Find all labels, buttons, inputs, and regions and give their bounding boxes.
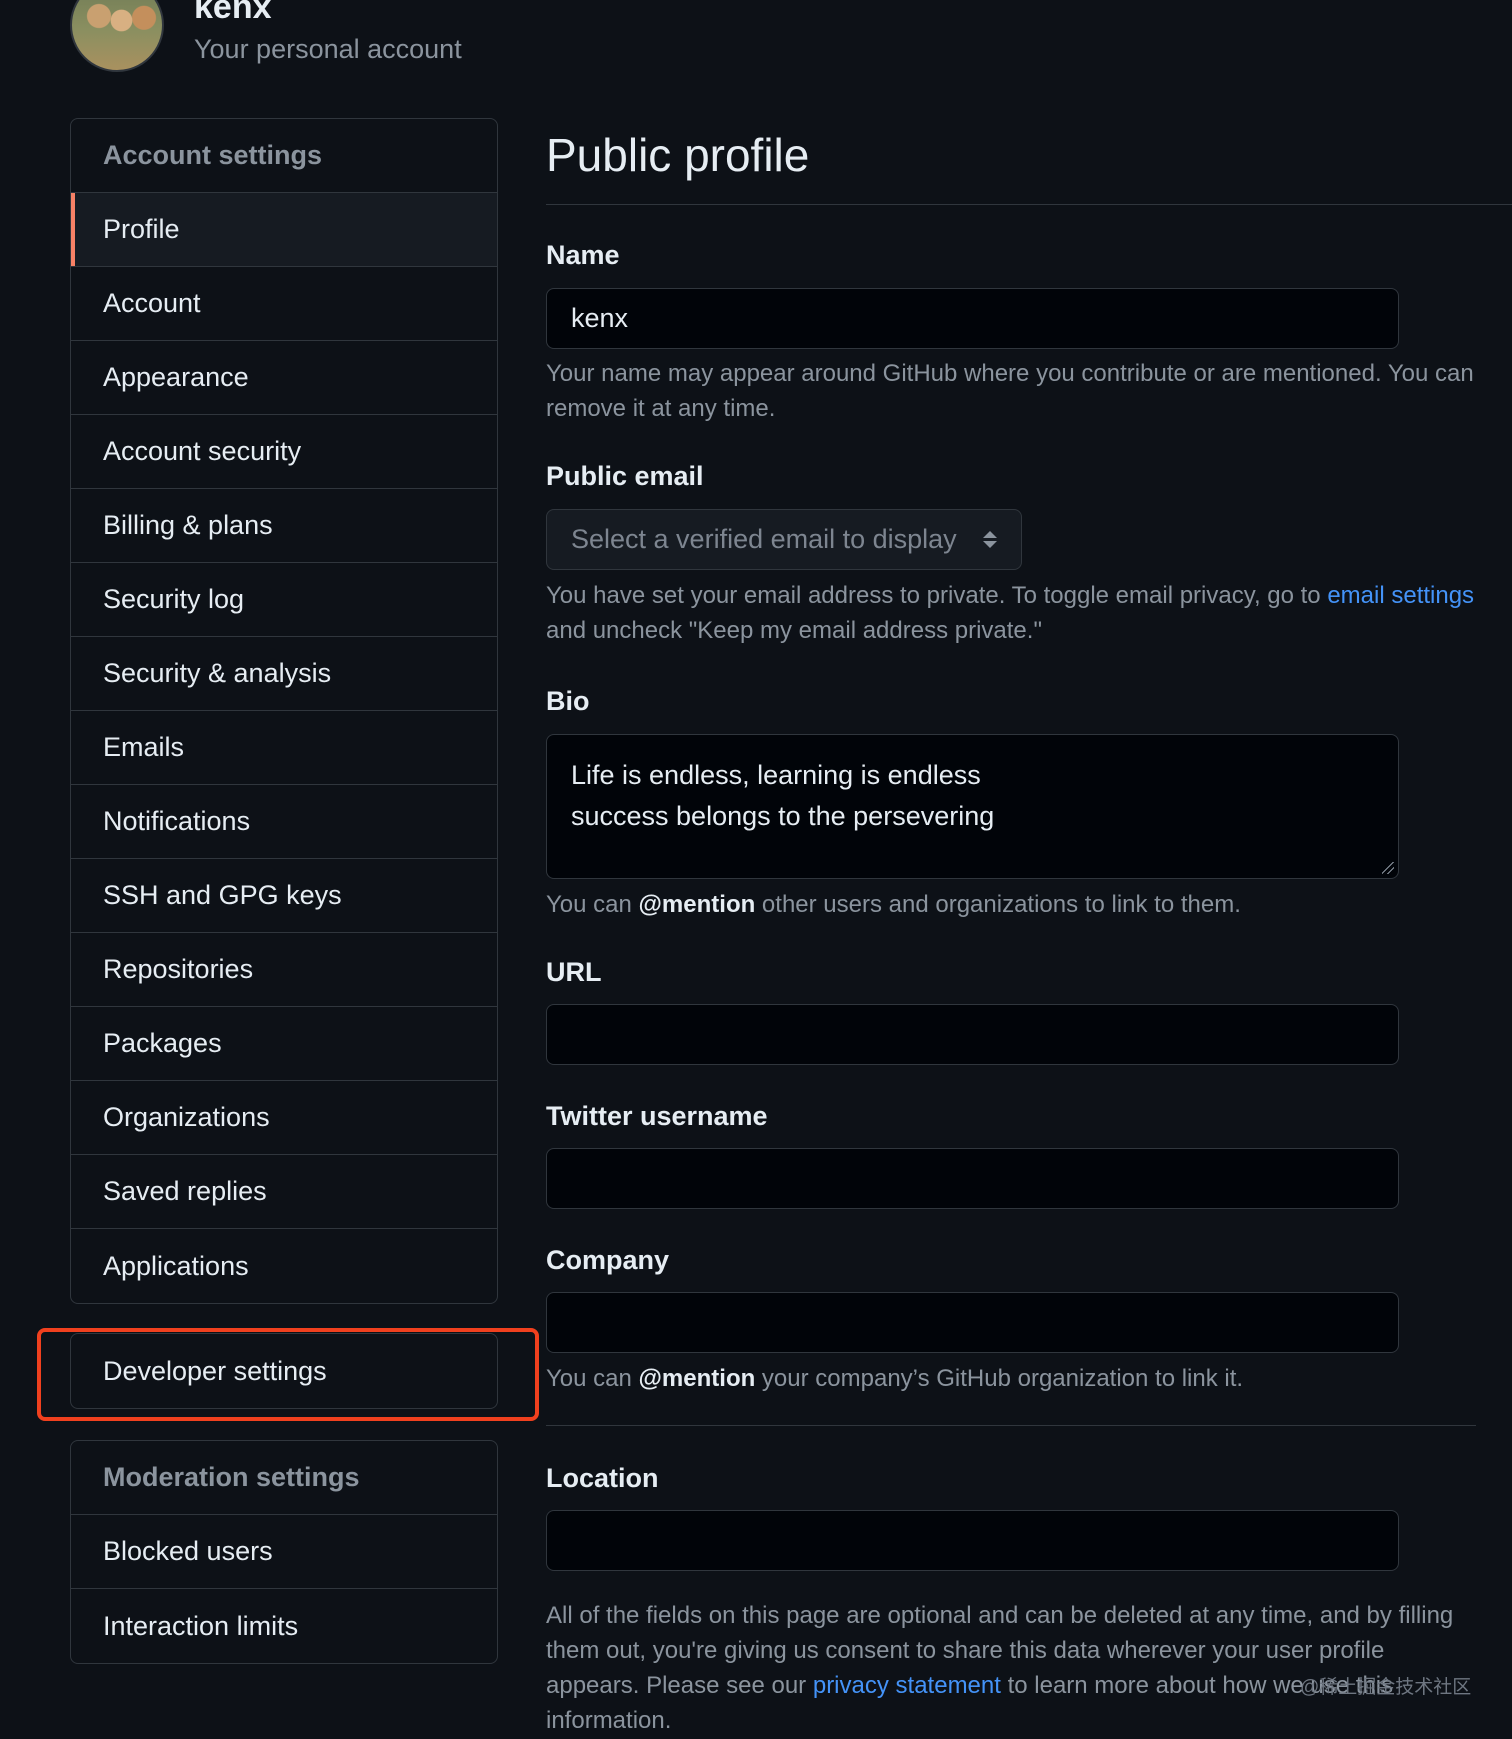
bio-line-1: Life is endless, learning is endless [571,760,981,790]
bio-note-before: You can [546,891,639,918]
url-input[interactable] [546,1004,1399,1065]
public-email-note-after: and uncheck "Keep my email address priva… [546,617,1042,644]
bio-line-2: success belongs to the persevering [571,801,995,831]
company-note: You can @mention your company’s GitHub o… [546,1361,1476,1396]
company-note-after: your company’s GitHub organization to li… [755,1365,1244,1392]
section-divider [546,1425,1476,1426]
public-email-label: Public email [546,461,704,491]
sidebar-item-account[interactable]: Account [71,267,497,341]
account-subtitle: Your personal account [194,34,462,64]
sidebar-item-blocked-users[interactable]: Blocked users [71,1515,497,1589]
bio-note-after: other users and organizations to link to… [755,891,1241,918]
email-settings-link[interactable]: email settings [1327,582,1474,609]
sidebar-item-billing-plans[interactable]: Billing & plans [71,489,497,563]
company-input[interactable] [546,1292,1399,1353]
location-label: Location [546,1463,659,1493]
twitter-username-input[interactable] [546,1148,1399,1209]
name-note: Your name may appear around GitHub where… [546,360,1474,422]
title-divider [546,204,1512,205]
account-settings-menu: Account settings Profile Account Appeara… [70,118,498,1304]
twitter-username-label: Twitter username [546,1101,768,1131]
bio-note-mention: @mention [638,891,756,918]
sidebar-item-packages[interactable]: Packages [71,1007,497,1081]
moderation-settings-heading: Moderation settings [71,1441,497,1515]
account-settings-heading: Account settings [71,119,497,193]
public-email-note: You have set your email address to priva… [546,578,1476,648]
sidebar-item-saved-replies[interactable]: Saved replies [71,1155,497,1229]
avatar[interactable] [70,0,164,72]
sidebar-item-security-analysis[interactable]: Security & analysis [71,637,497,711]
url-label: URL [546,957,602,987]
sidebar-item-appearance[interactable]: Appearance [71,341,497,415]
bio-note: You can @mention other users and organiz… [546,887,1476,922]
bio-textarea[interactable]: Life is endless, learning is endless suc… [546,734,1399,879]
public-email-select-value: Select a verified email to display [571,524,957,554]
privacy-footer-note: All of the fields on this page are optio… [546,1598,1476,1738]
page-title: Public profile [546,129,810,181]
name-input[interactable]: kenx [546,288,1399,349]
moderation-settings-menu: Moderation settings Blocked users Intera… [70,1440,498,1664]
sidebar-item-account-security[interactable]: Account security [71,415,497,489]
sidebar-item-security-log[interactable]: Security log [71,563,497,637]
public-email-note-before: You have set your email address to priva… [546,582,1328,609]
company-note-mention: @mention [638,1365,756,1392]
sidebar-item-ssh-gpg-keys[interactable]: SSH and GPG keys [71,859,497,933]
sidebar-item-developer-settings[interactable]: Developer settings [71,1334,497,1408]
select-caret-icon [983,531,997,548]
name-label: Name [546,240,620,270]
sidebar-item-applications[interactable]: Applications [71,1229,497,1303]
account-username: kenx [194,0,272,26]
bio-label: Bio [546,686,590,716]
sidebar-item-interaction-limits[interactable]: Interaction limits [71,1589,497,1663]
developer-settings-menu: Developer settings [70,1333,498,1409]
resize-handle-icon[interactable] [1382,862,1394,874]
company-note-before: You can [546,1365,639,1392]
public-email-select[interactable]: Select a verified email to display [546,509,1022,570]
sidebar-item-organizations[interactable]: Organizations [71,1081,497,1155]
watermark: @稀土掘金技术社区 [1300,1677,1472,1698]
sidebar-item-profile[interactable]: Profile [71,193,497,267]
sidebar-item-repositories[interactable]: Repositories [71,933,497,1007]
privacy-statement-link[interactable]: privacy statement [813,1672,1001,1699]
location-input[interactable] [546,1510,1399,1571]
sidebar-item-emails[interactable]: Emails [71,711,497,785]
sidebar-item-notifications[interactable]: Notifications [71,785,497,859]
company-label: Company [546,1245,670,1275]
